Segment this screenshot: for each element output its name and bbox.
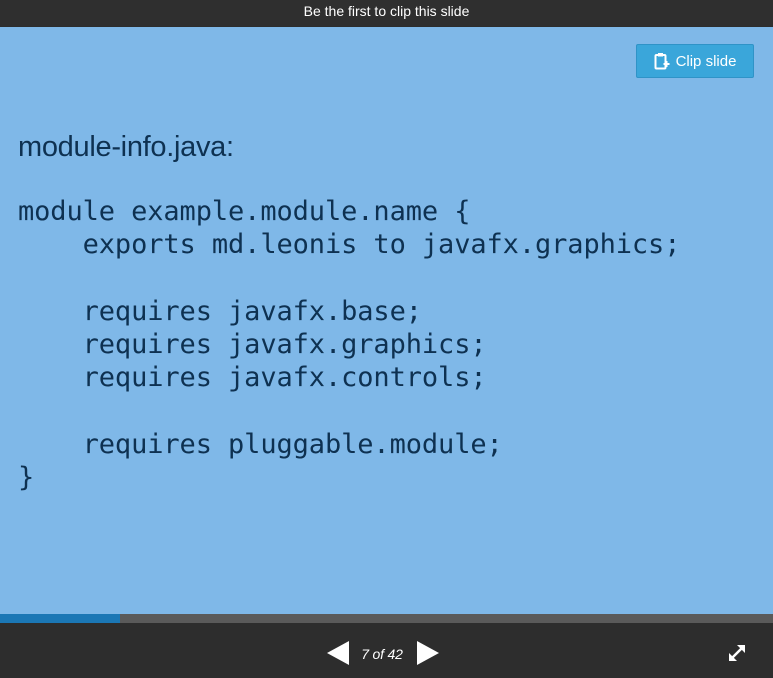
- previous-slide-button[interactable]: [326, 640, 350, 666]
- expand-arrows-icon: [727, 645, 747, 667]
- clip-slide-button[interactable]: Clip slide: [636, 44, 754, 78]
- slide-heading: module-info.java:: [18, 131, 234, 163]
- slideshow-viewer: Be the first to clip this slide Clip sli…: [0, 0, 773, 678]
- slide-progress-fill: [0, 614, 120, 623]
- triangle-right-icon: [416, 641, 440, 670]
- triangle-left-icon: [326, 641, 350, 670]
- clip-prompt-text: Be the first to clip this slide: [303, 3, 470, 19]
- page-counter: 7 of 42: [361, 646, 403, 662]
- fullscreen-button[interactable]: [727, 643, 747, 663]
- code-block: module example.module.name { exports md.…: [18, 196, 681, 494]
- clipboard-icon: [654, 52, 670, 70]
- next-slide-button[interactable]: [416, 640, 440, 666]
- slide-progress-bar[interactable]: [0, 614, 773, 623]
- slide-area: Clip slide module-info.java: module exam…: [0, 27, 773, 614]
- clip-slide-label: Clip slide: [675, 52, 737, 70]
- slide-controls: 7 of 42: [0, 623, 773, 678]
- clip-prompt-bar: Be the first to clip this slide: [0, 0, 773, 26]
